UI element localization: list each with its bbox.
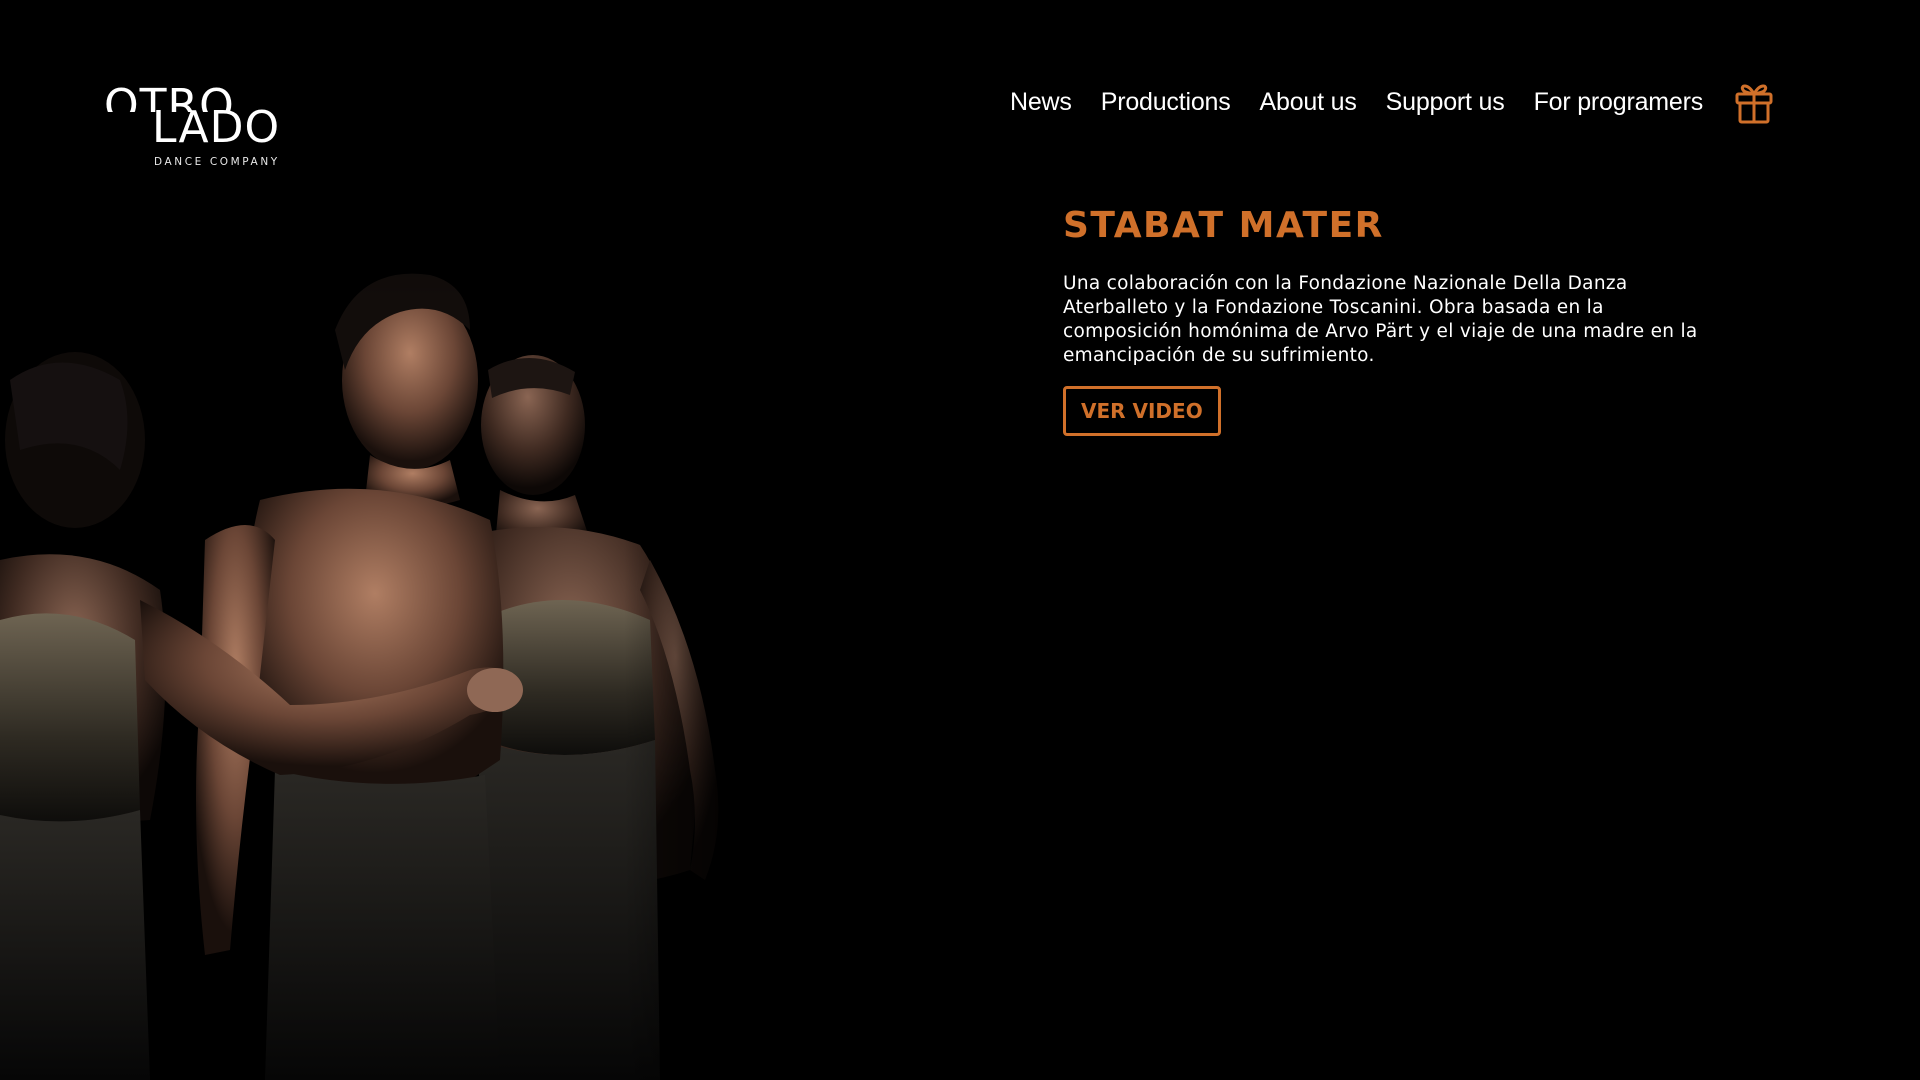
watch-video-button[interactable]: VER VIDEO (1063, 386, 1221, 436)
featured-production: STABAT MATER Una colaboración con la Fon… (1063, 204, 1703, 436)
nav-item-for-programers[interactable]: For programers (1534, 88, 1704, 117)
main-nav: News Productions About us Support us For… (1010, 79, 1774, 125)
nav-item-support-us[interactable]: Support us (1386, 88, 1505, 117)
otro-lado-logo[interactable]: OTRO LADO DANCE COMPANY (104, 78, 304, 174)
nav-item-productions[interactable]: Productions (1101, 88, 1231, 117)
production-title: STABAT MATER (1063, 205, 1384, 246)
nav-item-news[interactable]: News (1010, 88, 1072, 117)
logo-subtitle: DANCE COMPANY (154, 156, 280, 168)
logo-word-lado: LADO (152, 102, 281, 153)
gift-icon[interactable] (1734, 79, 1774, 125)
production-description: Una colaboración con la Fondazione Nazio… (1063, 273, 1698, 366)
nav-item-about-us[interactable]: About us (1260, 88, 1357, 117)
